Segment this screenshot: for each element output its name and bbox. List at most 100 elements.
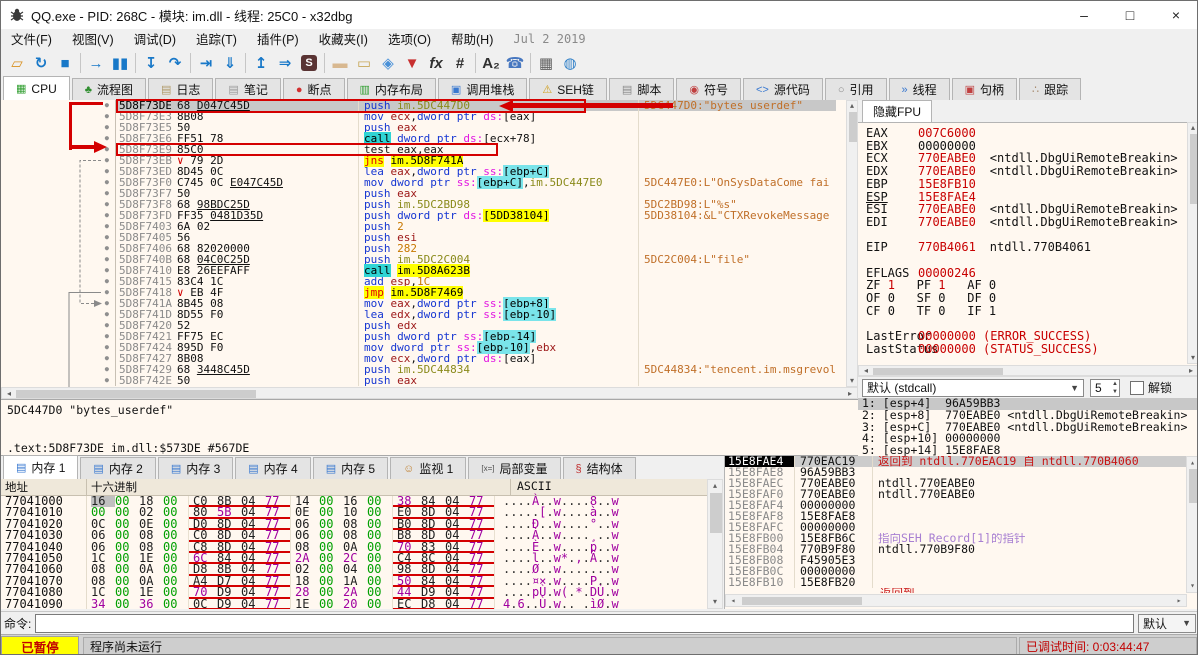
tab-notes[interactable]: ▤ 笔记 xyxy=(215,78,281,100)
tab-memory-map[interactable]: ▥ 内存布局 xyxy=(346,78,436,100)
breakpoint-dot-icon[interactable]: ● xyxy=(1,265,116,276)
breakpoint-dot-icon[interactable]: ● xyxy=(1,221,116,232)
breakpoint-dot-icon[interactable]: ● xyxy=(1,111,116,122)
unlock-checkbox[interactable] xyxy=(1130,380,1144,395)
stack-row[interactable]: 15E8FAFC 00000000 xyxy=(725,521,1197,533)
menu-item-0[interactable]: 文件(F) xyxy=(1,32,62,48)
menu-item-7[interactable]: 帮助(H) xyxy=(441,32,503,48)
breakpoint-dot-icon[interactable]: ● xyxy=(1,375,116,386)
menu-item-3[interactable]: 追踪(T) xyxy=(186,32,247,48)
tab-script[interactable]: ▤ 脚本 xyxy=(608,78,675,100)
breakpoint-dot-icon[interactable]: ● xyxy=(1,331,116,342)
tab-source[interactable]: <> 源代码 xyxy=(742,78,823,100)
registers-hscrollbar[interactable]: ◂ ▸ xyxy=(858,365,1197,376)
register-row[interactable]: LastStatus00000000 (STATUS_SUCCESS) xyxy=(866,343,1197,356)
breakpoint-dot-icon[interactable]: ● xyxy=(1,298,116,309)
stop-button[interactable]: ■ xyxy=(53,52,77,74)
tab-struct[interactable]: § 结构体 xyxy=(562,457,636,479)
hide-fpu-button[interactable]: 隐藏FPU xyxy=(862,100,933,122)
breakpoint-dot-icon[interactable]: ● xyxy=(1,309,116,320)
tab-trace[interactable]: ∴ 跟踪 xyxy=(1019,78,1082,100)
stack-row[interactable]: 15E8FAEC 770EABE0 ntdll.770EABE0 xyxy=(725,477,1197,489)
breakpoint-dot-icon[interactable]: ● xyxy=(1,199,116,210)
register-row[interactable]: EBP 15E8FB10 xyxy=(866,177,1197,191)
arg-count-stepper[interactable]: 5 ▲ ▼ xyxy=(1090,378,1120,397)
stack-vscrollbar[interactable]: ▴ ▾ xyxy=(1186,456,1197,593)
stack-row[interactable]: 15E8FAF8 15E8FAE8 xyxy=(725,510,1197,522)
tab-dump3[interactable]: ▤ 内存 3 xyxy=(157,457,234,479)
tab-graph[interactable]: ♣ 流程图 xyxy=(71,78,146,100)
minimize-button[interactable]: – xyxy=(1061,2,1107,29)
calling-convention-select[interactable]: 默认 (stdcall) ▼ xyxy=(862,378,1084,397)
menu-item-6[interactable]: 选项(O) xyxy=(378,32,441,48)
register-row[interactable] xyxy=(866,254,1197,267)
tab-threads[interactable]: » 线程 xyxy=(888,78,950,100)
comments-button[interactable]: ▭ xyxy=(352,52,376,74)
breakpoint-dot-icon[interactable]: ● xyxy=(1,276,116,287)
breakpoint-dot-icon[interactable]: ● xyxy=(1,122,116,133)
breakpoint-dot-icon[interactable]: ● xyxy=(1,353,116,364)
register-row[interactable]: EAX 007C6000 xyxy=(866,127,1197,140)
tab-breakpoints[interactable]: ● 断点 xyxy=(282,78,345,100)
close-button[interactable]: × xyxy=(1153,2,1197,29)
tab-references[interactable]: ○ 引用 xyxy=(824,78,887,100)
stack-row[interactable]: 15E8FAF4 00000000 xyxy=(725,499,1197,511)
breakpoint-dot-icon[interactable]: ● xyxy=(1,155,116,166)
disassembly-view[interactable]: ● 5D8F73DE 68 D047C45D push im.5DC447D0 5DC4… xyxy=(1,99,858,387)
tab-symbols[interactable]: ◉ 符号 xyxy=(676,78,741,100)
run-to-user-code-button[interactable]: ⇒ xyxy=(273,52,297,74)
breakpoint-dot-icon[interactable]: ● xyxy=(1,166,116,177)
patches-button[interactable]: ▬ xyxy=(328,52,352,74)
stack-row[interactable]: 15E8FB0C 00000000 xyxy=(725,565,1197,577)
functions-button[interactable]: fx xyxy=(424,52,448,74)
menu-item-2[interactable]: 调试(D) xyxy=(124,32,186,48)
stack-row[interactable]: 15E8FAF0 770EABE0 ntdll.770EABE0 xyxy=(725,488,1197,500)
breakpoint-dot-icon[interactable]: ● xyxy=(1,133,116,144)
menu-item-4[interactable]: 插件(P) xyxy=(247,32,309,48)
hex-dump-view[interactable]: 地址 十六进制 ASCII 77041000 16 00 18 00 C0 8B 04 77 14… xyxy=(1,479,707,609)
stack-row[interactable]: 15E8FB04 770B9F80 ntdll.770B9F80 xyxy=(725,543,1197,555)
breakpoint-dot-icon[interactable]: ● xyxy=(1,364,116,375)
register-row[interactable]: EIP 770B4061 ntdll.770B4061 xyxy=(866,241,1197,254)
breakpoint-dot-icon[interactable]: ● xyxy=(1,243,116,254)
stack-row[interactable]: 15E8FB08 F45905E3 xyxy=(725,554,1197,566)
register-row[interactable]: CF 0 TF 0 IF 1 xyxy=(866,304,1197,318)
breakpoint-dot-icon[interactable]: ● xyxy=(1,100,116,111)
labels-button[interactable]: ◈ xyxy=(376,52,400,74)
tab-cpu[interactable]: ▦ CPU xyxy=(3,76,70,101)
disasm-row[interactable]: ● 5D8F742E 50 push eax xyxy=(1,375,836,386)
memory-map-globe-button[interactable]: ◍ xyxy=(558,52,582,74)
menu-item-5[interactable]: 收藏夹(I) xyxy=(309,32,378,48)
strings-button[interactable]: A₂ xyxy=(479,52,503,74)
disasm-vscrollbar[interactable]: ▴ ▾ xyxy=(846,100,858,387)
tab-seh[interactable]: ⚠ SEH链 xyxy=(529,78,607,100)
run-button[interactable]: → xyxy=(84,52,108,74)
breakpoint-dot-icon[interactable]: ● xyxy=(1,232,116,243)
breakpoint-dot-icon[interactable]: ● xyxy=(1,254,116,265)
tab-locals[interactable]: [x=] 局部变量 xyxy=(468,457,561,479)
breakpoint-dot-icon[interactable]: ● xyxy=(1,320,116,331)
breakpoint-dot-icon[interactable]: ● xyxy=(1,177,116,188)
tab-dump4[interactable]: ▤ 内存 4 xyxy=(235,457,311,479)
tab-dump1[interactable]: ▤ 内存 1 xyxy=(3,455,79,480)
hex-row[interactable]: 77041090 34 00 36 00 0C D9 04 77 1E 00 20 00 EC D8 04 77… xyxy=(1,597,707,609)
stack-hscrollbar[interactable]: ◂ ▸ xyxy=(725,594,1187,607)
register-row[interactable] xyxy=(866,356,1197,365)
script-button[interactable]: S xyxy=(297,52,321,74)
attach-button[interactable]: ☎ xyxy=(503,52,527,74)
breakpoint-dot-icon[interactable]: ● xyxy=(1,210,116,221)
breakpoint-dot-icon[interactable]: ● xyxy=(1,287,116,298)
pause-button[interactable]: ▮▮ xyxy=(108,52,132,74)
step-over-button[interactable]: ↷ xyxy=(163,52,187,74)
tab-dump2[interactable]: ▤ 内存 2 xyxy=(80,457,156,479)
hexdump-vscrollbar[interactable]: ▴ ▾ xyxy=(707,479,723,609)
stack-view[interactable]: 15E8FAE4 770EAC19 返回到 ntdll.770EAC19 自 ntd… xyxy=(724,456,1197,609)
run-to-cursor-button[interactable]: ⇥ xyxy=(194,52,218,74)
breakpoint-dot-icon[interactable]: ● xyxy=(1,144,116,155)
step-into-button[interactable]: ↧ xyxy=(139,52,163,74)
stack-row[interactable]: 15E8FAE4 770EAC19 返回到 ntdll.770EAC19 自 ntd… xyxy=(725,456,1197,467)
stack-row[interactable]: 15E8FB10 15E8FB20 xyxy=(725,576,1197,588)
tab-dump5[interactable]: ▤ 内存 5 xyxy=(312,457,389,479)
title-bar[interactable]: QQ.exe - PID: 268C - 模块: im.dll - 线程: 25… xyxy=(1,1,1197,30)
bookmarks-button[interactable]: ▼ xyxy=(400,52,424,74)
